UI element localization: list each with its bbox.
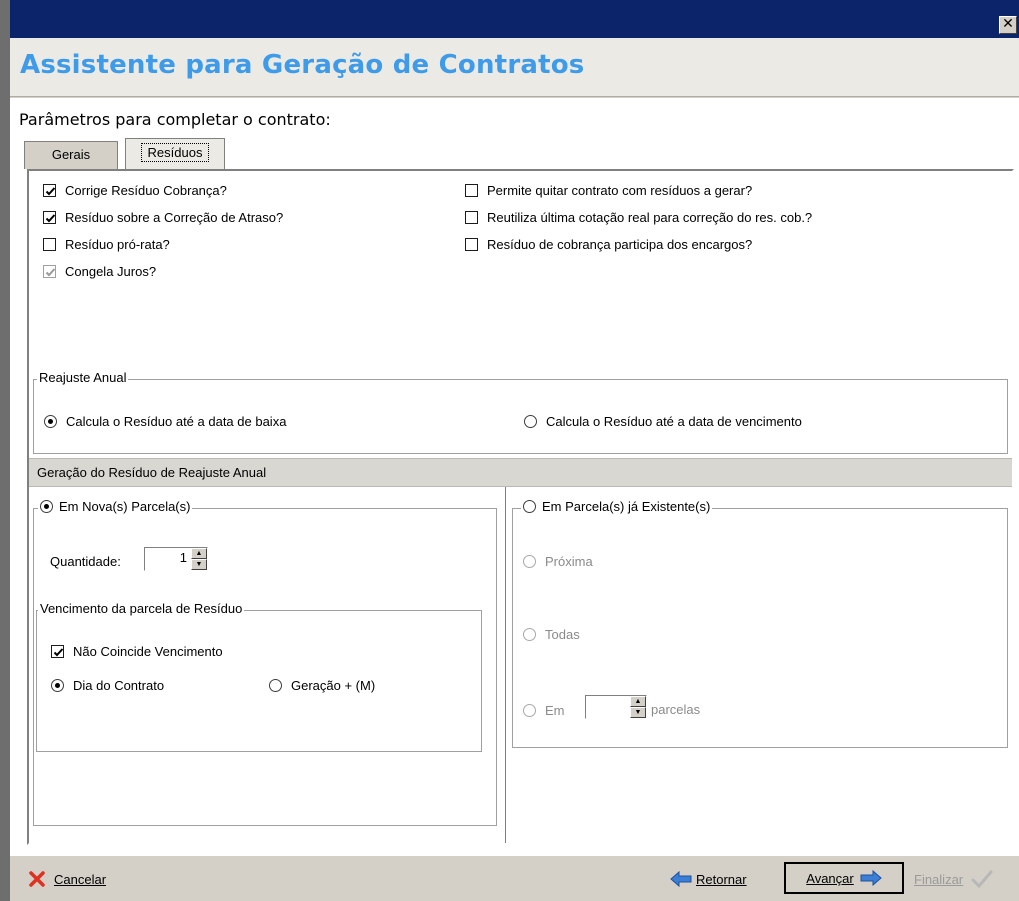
checkmark-icon <box>971 869 993 889</box>
vencimento-legend: Vencimento da parcela de Resíduo <box>38 601 245 616</box>
parcelas-stepper: ▲ ▼ <box>585 695 647 719</box>
checkbox-unchecked-icon <box>465 210 478 224</box>
checkbox-label: Congela Juros? <box>65 263 157 279</box>
spin-up-icon[interactable]: ▲ <box>191 548 207 559</box>
radio-unselected-icon <box>523 500 536 513</box>
checkbox-checked-disabled-icon <box>43 264 56 278</box>
tab-residuos[interactable]: Resíduos <box>125 138 225 169</box>
checkbox-residuo-encargos[interactable]: Resíduo de cobrança participa dos encarg… <box>465 235 752 253</box>
wizard-title: Assistente para Geração de Contratos <box>20 50 585 80</box>
checkbox-label: Resíduo pró-rata? <box>65 236 170 252</box>
spin-up-icon: ▲ <box>630 696 646 707</box>
radio-label: Todas <box>545 626 580 642</box>
checkbox-label: Permite quitar contrato com resíduos a g… <box>487 182 753 198</box>
radio-unselected-icon <box>269 678 282 692</box>
close-button[interactable]: ✕ <box>999 16 1017 34</box>
radio-label: Próxima <box>545 553 593 569</box>
radio-selected-icon <box>40 500 53 513</box>
parcelas-label: parcelas <box>651 702 701 717</box>
nova-parcela-group: Em Nova(s) Parcela(s) Quantidade: 1 ▲ ▼ … <box>33 499 497 826</box>
reajuste-anual-group: Reajuste Anual Calcula o Resíduo até a d… <box>33 370 1008 454</box>
checkbox-nao-coincide-vencimento[interactable]: Não Coincide Vencimento <box>51 642 223 660</box>
checkbox-reutiliza-cotacao[interactable]: Reutiliza última cotação real para corre… <box>465 208 812 226</box>
checkbox-permite-quitar[interactable]: Permite quitar contrato com resíduos a g… <box>465 181 752 199</box>
radio-em-nova-parcela[interactable]: Em Nova(s) Parcela(s) <box>38 499 193 514</box>
radio-selected-icon <box>51 678 64 692</box>
radio-em-parcela-existente[interactable]: Em Parcela(s) já Existente(s) <box>521 499 713 514</box>
radio-label: Em <box>545 702 565 718</box>
arrow-left-icon <box>670 871 692 887</box>
spin-down-icon[interactable]: ▼ <box>191 559 207 570</box>
params-label: Parâmetros para completar o contrato: <box>19 110 331 129</box>
parcelas-value <box>586 696 630 718</box>
wizard-window: ✕ Assistente para Geração de Contratos P… <box>0 0 1019 901</box>
checkbox-label: Resíduo de cobrança participa dos encarg… <box>487 236 753 252</box>
radio-label: Geração + (M) <box>291 677 376 693</box>
radio-calcula-data-baixa[interactable]: Calcula o Resíduo até a data de baixa <box>44 412 286 430</box>
checkbox-residuo-pro-rata[interactable]: Resíduo pró-rata? <box>43 235 170 253</box>
spin-down-icon: ▼ <box>630 707 646 718</box>
finish-button: Finalizar <box>914 864 993 894</box>
finish-label: Finalizar <box>914 871 964 887</box>
radio-label: Dia do Contrato <box>73 677 165 693</box>
wizard-content: Parâmetros para completar o contrato: Ge… <box>10 98 1019 855</box>
checkbox-label: Resíduo sobre a Correção de Atraso? <box>65 209 284 225</box>
residuos-panel: Corrige Resíduo Cobrança? Resíduo sobre … <box>27 169 1014 845</box>
back-button[interactable]: Retornar <box>670 864 747 894</box>
checkbox-unchecked-icon <box>465 237 478 251</box>
title-bar: ✕ <box>10 0 1019 38</box>
cancel-x-icon <box>28 870 46 888</box>
radio-todas: Todas <box>523 625 580 643</box>
next-label: Avançar <box>806 870 854 886</box>
checkbox-checked-icon <box>51 644 64 658</box>
radio-label: Em Parcela(s) já Existente(s) <box>542 499 711 514</box>
quantidade-label: Quantidade: <box>50 554 121 569</box>
radio-geracao-mais-m[interactable]: Geração + (M) <box>269 676 375 694</box>
tab-residuos-label: Resíduos <box>140 143 210 162</box>
radio-dia-do-contrato[interactable]: Dia do Contrato <box>51 676 164 694</box>
wizard-header: Assistente para Geração de Contratos <box>10 38 1019 97</box>
tab-gerais[interactable]: Gerais <box>24 141 118 169</box>
radio-unselected-icon <box>524 414 537 428</box>
radio-em-parcelas: Em <box>523 701 565 719</box>
reajuste-anual-legend: Reajuste Anual <box>37 370 129 385</box>
checkbox-checked-icon <box>43 210 56 224</box>
radio-label: Em Nova(s) Parcela(s) <box>59 499 191 514</box>
radio-disabled-icon <box>523 703 536 717</box>
radio-calcula-data-vencimento[interactable]: Calcula o Resíduo até a data de vencimen… <box>524 412 802 430</box>
checkbox-unchecked-icon <box>43 237 56 251</box>
radio-label: Calcula o Resíduo até a data de vencimen… <box>546 413 802 429</box>
arrow-right-icon <box>860 870 882 886</box>
quantidade-value: 1 <box>179 550 187 565</box>
radio-disabled-icon <box>523 627 536 641</box>
wizard-footer: Cancelar Retornar Avançar Finalizar <box>10 855 1019 901</box>
checkbox-unchecked-icon <box>465 183 478 197</box>
checkbox-residuo-correcao-atraso[interactable]: Resíduo sobre a Correção de Atraso? <box>43 208 283 226</box>
column-divider <box>505 487 506 843</box>
checkbox-label: Não Coincide Vencimento <box>73 643 223 659</box>
radio-disabled-icon <box>523 554 536 568</box>
quantidade-stepper[interactable]: 1 ▲ ▼ <box>144 547 208 571</box>
back-label: Retornar <box>696 871 747 887</box>
radio-label: Calcula o Resíduo até a data de baixa <box>66 413 287 429</box>
next-button[interactable]: Avançar <box>784 862 904 894</box>
geracao-section-header: Geração do Resíduo de Reajuste Anual <box>29 458 1012 487</box>
checkbox-congela-juros: Congela Juros? <box>43 262 156 280</box>
checkbox-label: Reutiliza última cotação real para corre… <box>487 209 813 225</box>
radio-selected-icon <box>44 414 57 428</box>
checkbox-corrige-residuo-cobranca[interactable]: Corrige Resíduo Cobrança? <box>43 181 227 199</box>
vencimento-parcela-group: Vencimento da parcela de Resíduo Não Coi… <box>36 601 482 752</box>
checkbox-checked-icon <box>43 183 56 197</box>
cancel-label: Cancelar <box>54 871 107 887</box>
radio-proxima: Próxima <box>523 552 593 570</box>
cancel-button[interactable]: Cancelar <box>28 864 106 894</box>
parcela-existente-group: Em Parcela(s) já Existente(s) Próxima To… <box>512 499 1008 748</box>
checkbox-label: Corrige Resíduo Cobrança? <box>65 182 227 198</box>
